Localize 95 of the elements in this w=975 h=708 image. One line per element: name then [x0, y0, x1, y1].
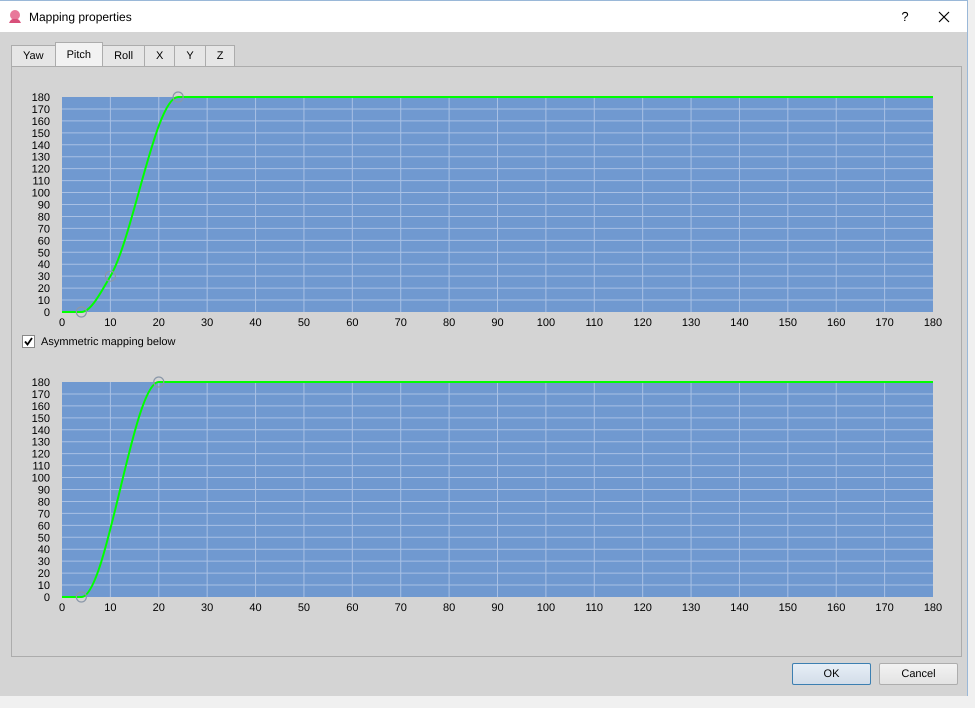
axis-label: 160	[827, 602, 846, 614]
handle[interactable]	[104, 270, 116, 282]
handle[interactable]	[76, 306, 87, 318]
axis-label: 100	[32, 188, 50, 200]
axis-label: 80	[442, 317, 456, 329]
axis-label: 150	[778, 317, 798, 329]
axis-label: 50	[38, 247, 50, 260]
axis-label: 20	[38, 283, 50, 296]
axis-label: 140	[32, 424, 50, 437]
axis-label: 70	[394, 602, 407, 614]
axis-label: 70	[38, 508, 50, 520]
axis-label: 110	[586, 602, 604, 614]
axis-label: 30	[38, 271, 50, 284]
axis-label: 130	[682, 602, 700, 614]
handle[interactable]	[153, 376, 164, 388]
axis-label: 120	[633, 317, 652, 329]
close-icon[interactable]	[938, 10, 950, 22]
axis-label: 90	[491, 602, 504, 614]
axis-label: 40	[249, 602, 262, 614]
axis-label: 10	[104, 602, 117, 614]
axis-label: 90	[491, 317, 504, 329]
axis-label: 70	[38, 223, 50, 236]
axis-label: 40	[38, 259, 50, 272]
axis-label: 110	[32, 460, 50, 473]
axis-label: 30	[201, 317, 214, 329]
axis-label: 30	[201, 602, 214, 614]
cancel-button[interactable]: Cancel	[879, 663, 958, 685]
axis-label: 10	[38, 580, 50, 592]
axis-label: 10	[104, 317, 117, 329]
tab[interactable]: Yaw	[11, 45, 56, 66]
axis-label: 40	[249, 317, 262, 329]
axis-label: 0	[58, 317, 66, 329]
axis-label: 170	[875, 602, 894, 614]
checkbox-label: Asymmetric mapping below	[41, 336, 176, 348]
axis-label: 180	[924, 602, 942, 614]
ok-button[interactable]: OK	[792, 663, 871, 685]
axis-label: 0	[44, 307, 50, 319]
tab[interactable]: Roll	[102, 45, 146, 66]
axis-label: 30	[38, 556, 50, 568]
axis-label: 180	[32, 92, 50, 104]
axis-label: 150	[32, 412, 50, 425]
handle[interactable]	[76, 591, 87, 603]
axis-label: 0	[44, 592, 50, 604]
axis-label: 170	[32, 104, 50, 116]
axis-label: 80	[38, 496, 50, 508]
axis-label: 60	[38, 235, 50, 248]
axis-label: 60	[346, 602, 358, 614]
axis-label: 120	[32, 164, 50, 176]
tab[interactable]: X	[144, 45, 176, 66]
axis-label: 140	[730, 317, 749, 329]
axis-label: 110	[586, 317, 604, 329]
axis-label: 20	[152, 317, 165, 329]
axis-label: 140	[730, 602, 749, 614]
axis-label: 160	[32, 400, 50, 413]
axis-label: 20	[152, 602, 165, 614]
axis-label: 150	[32, 128, 50, 140]
axis-label: 50	[38, 532, 50, 544]
axis-label: 10	[38, 295, 50, 308]
help-button[interactable]: ?	[882, 9, 928, 24]
axis-label: 130	[32, 436, 50, 449]
checkbox[interactable]	[22, 335, 35, 348]
axis-label: 20	[38, 568, 50, 580]
axis-label: 170	[875, 317, 894, 329]
axis-label: 180	[924, 317, 942, 329]
axis-label: 50	[298, 317, 310, 329]
axis-label: 60	[346, 317, 358, 329]
axis-label: 70	[394, 317, 407, 329]
window-title: Mapping properties	[29, 10, 133, 24]
axis-label: 160	[32, 116, 50, 128]
axis-label: 130	[682, 317, 700, 329]
axis-label: 140	[32, 140, 50, 152]
axis-label: 110	[32, 176, 50, 188]
axis-label: 130	[32, 152, 50, 164]
axis-label: 180	[32, 377, 50, 389]
axis-label: 100	[536, 317, 556, 329]
axis-label: 170	[32, 388, 50, 401]
axis-label: 50	[298, 602, 310, 614]
axis-label: 80	[38, 211, 50, 224]
handle[interactable]	[172, 91, 184, 103]
axis-label: 120	[633, 602, 652, 614]
axis-label: 120	[32, 448, 50, 461]
axis-label: 90	[38, 484, 50, 496]
axis-label: 40	[38, 544, 50, 556]
axis-label: 80	[442, 602, 456, 614]
axis-label: 100	[536, 602, 556, 614]
tab[interactable]: Y	[174, 45, 206, 66]
axis-label: 160	[827, 317, 846, 329]
tab[interactable]: Pitch	[54, 42, 104, 66]
axis-label: 150	[778, 602, 798, 614]
axis-label: 90	[38, 200, 50, 212]
axis-label: 100	[32, 472, 50, 485]
axis-label: 0	[58, 602, 66, 614]
tab[interactable]: Z	[204, 45, 236, 66]
axis-label: 60	[38, 520, 50, 532]
app-icon	[7, 8, 23, 24]
